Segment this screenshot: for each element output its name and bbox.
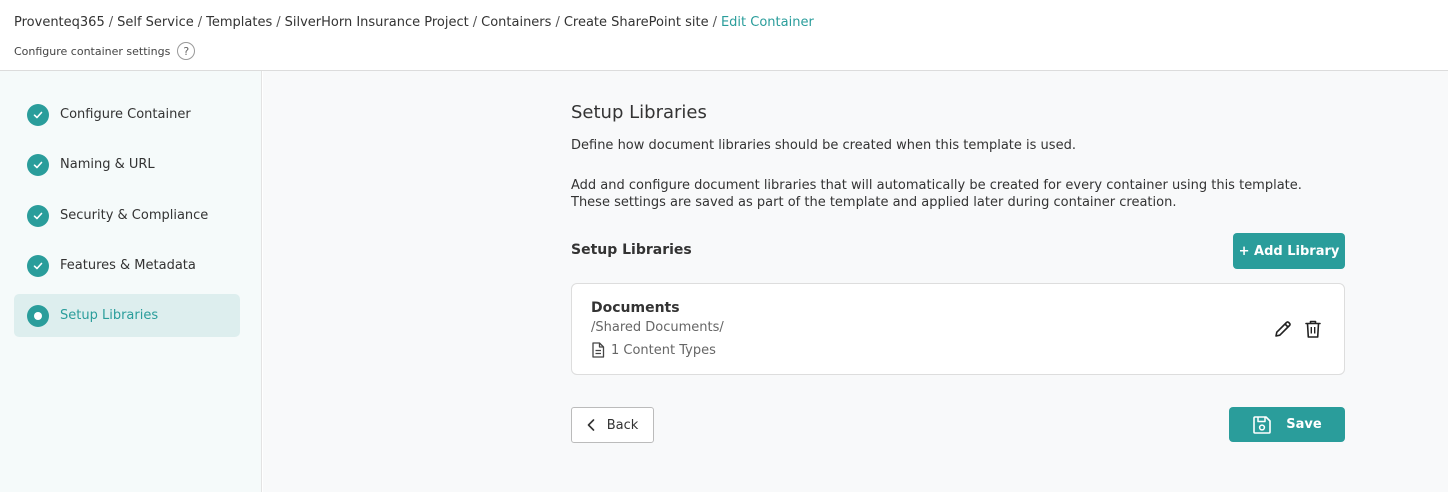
library-actions bbox=[1272, 318, 1324, 340]
breadcrumb-item-create-site[interactable]: Create SharePoint site bbox=[564, 15, 709, 30]
breadcrumb-item-current: Edit Container bbox=[720, 15, 814, 30]
library-name: Documents bbox=[591, 300, 680, 316]
check-icon bbox=[27, 254, 49, 277]
edit-icon[interactable] bbox=[1272, 318, 1294, 340]
breadcrumb: Proventeq365/Self Service / Templates / Silv… bbox=[14, 15, 814, 30]
page-header: Proventeq365/Self Service / Templates / Silv… bbox=[0, 0, 1448, 71]
breadcrumb-separator: / bbox=[712, 15, 717, 30]
breadcrumb-item-containers[interactable]: Containers bbox=[481, 15, 551, 30]
check-icon bbox=[27, 204, 49, 227]
library-content-types: 1 Content Types bbox=[591, 342, 716, 358]
step-naming-url[interactable]: Naming & URL bbox=[14, 143, 240, 186]
library-card: Documents /Shared Documents/ 1 Content T… bbox=[571, 283, 1345, 375]
step-label: Features & Metadata bbox=[60, 258, 196, 273]
current-step-icon bbox=[27, 304, 49, 327]
breadcrumb-item-project[interactable]: SilverHorn Insurance Project bbox=[285, 15, 469, 30]
check-icon bbox=[27, 153, 49, 176]
content-types-label: 1 Content Types bbox=[611, 342, 716, 358]
add-library-button[interactable]: + Add Library bbox=[1233, 233, 1345, 269]
step-security-compliance[interactable]: Security & Compliance bbox=[14, 194, 240, 237]
page-subtitle: Configure container settings ? bbox=[14, 42, 196, 60]
main-panel: Setup Libraries Define how document libr… bbox=[263, 71, 1448, 492]
chevron-left-icon bbox=[587, 419, 595, 431]
step-configure-container[interactable]: Configure Container bbox=[14, 93, 240, 136]
description-secondary: Add and configure document libraries tha… bbox=[571, 178, 1302, 210]
page-subtitle-text: Configure container settings bbox=[14, 44, 171, 58]
delete-icon[interactable] bbox=[1302, 318, 1324, 340]
step-features-metadata[interactable]: Features & Metadata bbox=[14, 244, 240, 287]
breadcrumb-separator: / bbox=[197, 15, 203, 30]
step-label: Configure Container bbox=[60, 107, 191, 122]
breadcrumb-separator: / bbox=[555, 15, 560, 30]
check-icon bbox=[27, 103, 49, 126]
save-button-label: Save bbox=[1286, 417, 1322, 432]
section-title: Setup Libraries bbox=[571, 242, 692, 258]
library-path: /Shared Documents/ bbox=[591, 320, 724, 335]
step-label: Security & Compliance bbox=[60, 208, 209, 223]
step-label: Naming & URL bbox=[60, 157, 155, 172]
save-button[interactable]: Save bbox=[1229, 407, 1345, 442]
description-primary: Define how document libraries should be … bbox=[571, 138, 1076, 153]
page-title: Setup Libraries bbox=[571, 102, 707, 123]
back-button-label: Back bbox=[606, 417, 639, 433]
breadcrumb-separator: / bbox=[276, 15, 281, 30]
back-button[interactable]: Back bbox=[571, 407, 654, 443]
save-icon bbox=[1253, 415, 1272, 434]
help-icon[interactable]: ? bbox=[177, 42, 196, 60]
wizard-sidebar: Configure Container Naming & URL Securit… bbox=[0, 71, 262, 492]
breadcrumb-separator: / bbox=[108, 15, 114, 30]
step-setup-libraries[interactable]: Setup Libraries bbox=[14, 294, 240, 337]
document-icon bbox=[592, 342, 605, 358]
breadcrumb-item-proventeq365[interactable]: Proventeq365 bbox=[14, 15, 105, 30]
breadcrumb-item-self-service[interactable]: Self Service bbox=[117, 15, 194, 30]
step-label: Setup Libraries bbox=[60, 308, 159, 323]
breadcrumb-separator: / bbox=[472, 15, 478, 30]
breadcrumb-item-templates[interactable]: Templates bbox=[206, 15, 272, 30]
